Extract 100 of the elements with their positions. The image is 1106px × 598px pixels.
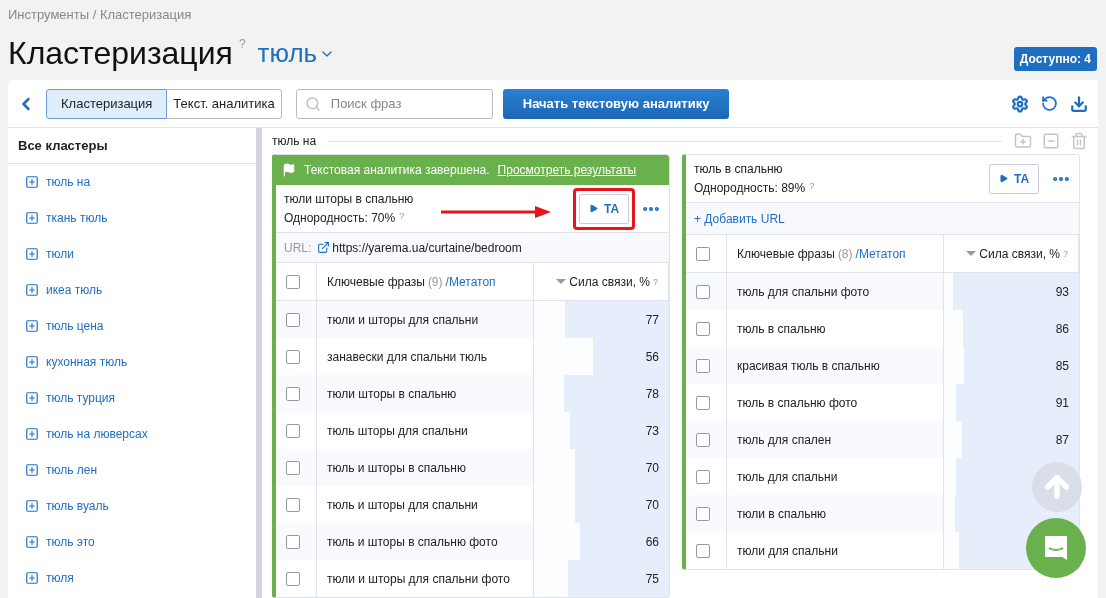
plus-icon[interactable] <box>25 499 39 513</box>
hint-mark[interactable]: ? <box>1063 248 1068 259</box>
cluster-link[interactable]: кухонная тюль <box>8 344 256 380</box>
search-icon <box>304 95 321 112</box>
checkbox[interactable] <box>696 506 710 521</box>
checkbox[interactable] <box>286 423 300 438</box>
checkbox[interactable] <box>286 349 300 364</box>
phrase-cell: тюль и шторы в спальню фото <box>317 523 534 560</box>
ta-button[interactable]: ТА <box>579 193 629 224</box>
phrase-cell: тюли шторы в спальню <box>317 375 534 412</box>
sort-icon[interactable] <box>556 279 567 284</box>
minus-icon[interactable] <box>1042 132 1060 150</box>
url-link[interactable]: https://yarema.ua/curtaine/bedroom <box>317 240 522 255</box>
cluster-link[interactable]: тюль на люверсах <box>8 416 256 452</box>
refresh-icon[interactable] <box>1041 94 1058 113</box>
strength-value: 70 <box>645 497 659 512</box>
tab[interactable]: Кластеризация <box>46 88 168 119</box>
metatop-link[interactable]: /Метатоп <box>445 274 496 289</box>
sidebar-title: Все кластеры <box>8 128 256 164</box>
checkbox[interactable] <box>696 469 710 484</box>
hint-mark[interactable]: ? <box>399 211 405 225</box>
checkbox[interactable] <box>696 543 710 558</box>
plus-icon[interactable] <box>25 283 39 297</box>
checkbox[interactable] <box>696 358 710 373</box>
checkbox[interactable] <box>286 386 300 401</box>
checkbox[interactable] <box>286 312 300 327</box>
checkbox[interactable] <box>696 432 710 447</box>
plus-icon[interactable] <box>25 319 39 333</box>
phrase-cell: красивая тюль в спальню <box>727 347 944 384</box>
strength-value: 87 <box>1055 432 1069 447</box>
cluster-link[interactable]: тюль лен <box>8 452 256 488</box>
phrase-cell: тюль для спальни фото <box>727 273 944 310</box>
settings-icon[interactable] <box>1011 94 1029 113</box>
search-box[interactable]: Поиск фраз <box>295 88 493 119</box>
cluster-link[interactable]: тюли <box>8 236 256 272</box>
phrase-count: (8) <box>837 246 853 261</box>
cluster-link[interactable]: тюль вуаль <box>8 488 256 524</box>
strength-value: 85 <box>1055 358 1069 373</box>
plus-icon[interactable] <box>25 391 39 405</box>
tab[interactable]: Текст. аналитика <box>167 88 282 119</box>
column-header[interactable]: Сила связи, % <box>979 246 1060 261</box>
trash-icon[interactable] <box>1070 132 1088 150</box>
play-icon <box>998 174 1008 183</box>
cluster-name: тюли шторы в спальню <box>284 192 414 206</box>
plus-icon[interactable] <box>25 247 39 261</box>
checkbox[interactable] <box>696 246 710 261</box>
column-header: Ключевые фразы <box>327 274 425 289</box>
cluster-link[interactable]: тюль цена <box>8 308 256 344</box>
hint-mark[interactable]: ? <box>653 276 658 287</box>
cluster-link[interactable]: ткань тюль <box>8 200 256 236</box>
strength-value: 75 <box>645 571 659 586</box>
plus-icon[interactable] <box>25 571 39 585</box>
cluster-link[interactable]: икеа тюль <box>8 272 256 308</box>
folder-plus-icon[interactable] <box>1014 132 1032 150</box>
cluster-link[interactable]: тюль турция <box>8 380 256 416</box>
strength-value: 66 <box>645 534 659 549</box>
play-icon <box>588 204 598 213</box>
column-header[interactable]: Сила связи, % <box>569 274 650 289</box>
add-url-link[interactable]: + Добавить URL <box>686 203 1079 235</box>
homogeneity-text: Однородность: 89% <box>694 181 806 195</box>
checkbox[interactable] <box>286 497 300 512</box>
group-title: тюль на <box>272 134 317 148</box>
metatop-link[interactable]: /Метатоп <box>855 246 906 261</box>
plus-icon[interactable] <box>25 355 39 369</box>
strength-value: 56 <box>645 349 659 364</box>
url-label: URL: <box>284 240 312 255</box>
external-link-icon <box>317 241 331 254</box>
plus-icon[interactable] <box>25 463 39 477</box>
checkbox[interactable] <box>696 395 710 410</box>
cluster-name: тюль в спальню <box>694 162 784 176</box>
plus-icon[interactable] <box>25 427 39 441</box>
checkbox[interactable] <box>286 571 300 586</box>
checkbox[interactable] <box>696 321 710 336</box>
strength-value: 73 <box>645 423 659 438</box>
column-header: Ключевые фразы <box>737 246 835 261</box>
checkbox[interactable] <box>286 274 300 289</box>
strength-value: 77 <box>645 312 659 327</box>
phrase-cell: тюль для спален <box>727 421 944 458</box>
strength-value: 91 <box>1055 395 1069 410</box>
plus-icon[interactable] <box>25 175 39 189</box>
checkbox[interactable] <box>286 534 300 549</box>
checkbox[interactable] <box>286 460 300 475</box>
phrase-cell: тюли и шторы для спальни <box>317 301 534 338</box>
start-analysis-button[interactable]: Начать текстовую аналитику <box>502 88 730 119</box>
strength-value: 93 <box>1055 284 1069 299</box>
plus-icon[interactable] <box>25 211 39 225</box>
ta-button[interactable]: ТА <box>989 163 1039 194</box>
cluster-link[interactable]: тюля <box>8 560 256 596</box>
available-badge: Доступно: 4 <box>1013 47 1097 71</box>
cluster-link[interactable]: тюль на <box>8 164 256 200</box>
project-dropdown[interactable]: тюль <box>257 38 336 69</box>
checkbox[interactable] <box>696 284 710 299</box>
phrase-cell: тюль и шторы в спальню <box>317 449 534 486</box>
hint-mark[interactable]: ? <box>809 181 815 195</box>
sort-icon[interactable] <box>966 251 977 256</box>
cluster-link[interactable]: тюль это <box>8 524 256 560</box>
plus-icon[interactable] <box>25 535 39 549</box>
breadcrumb: Инструменты / Кластеризация <box>8 7 193 22</box>
page-title: Кластеризация <box>8 35 233 72</box>
download-icon[interactable] <box>1070 94 1088 113</box>
